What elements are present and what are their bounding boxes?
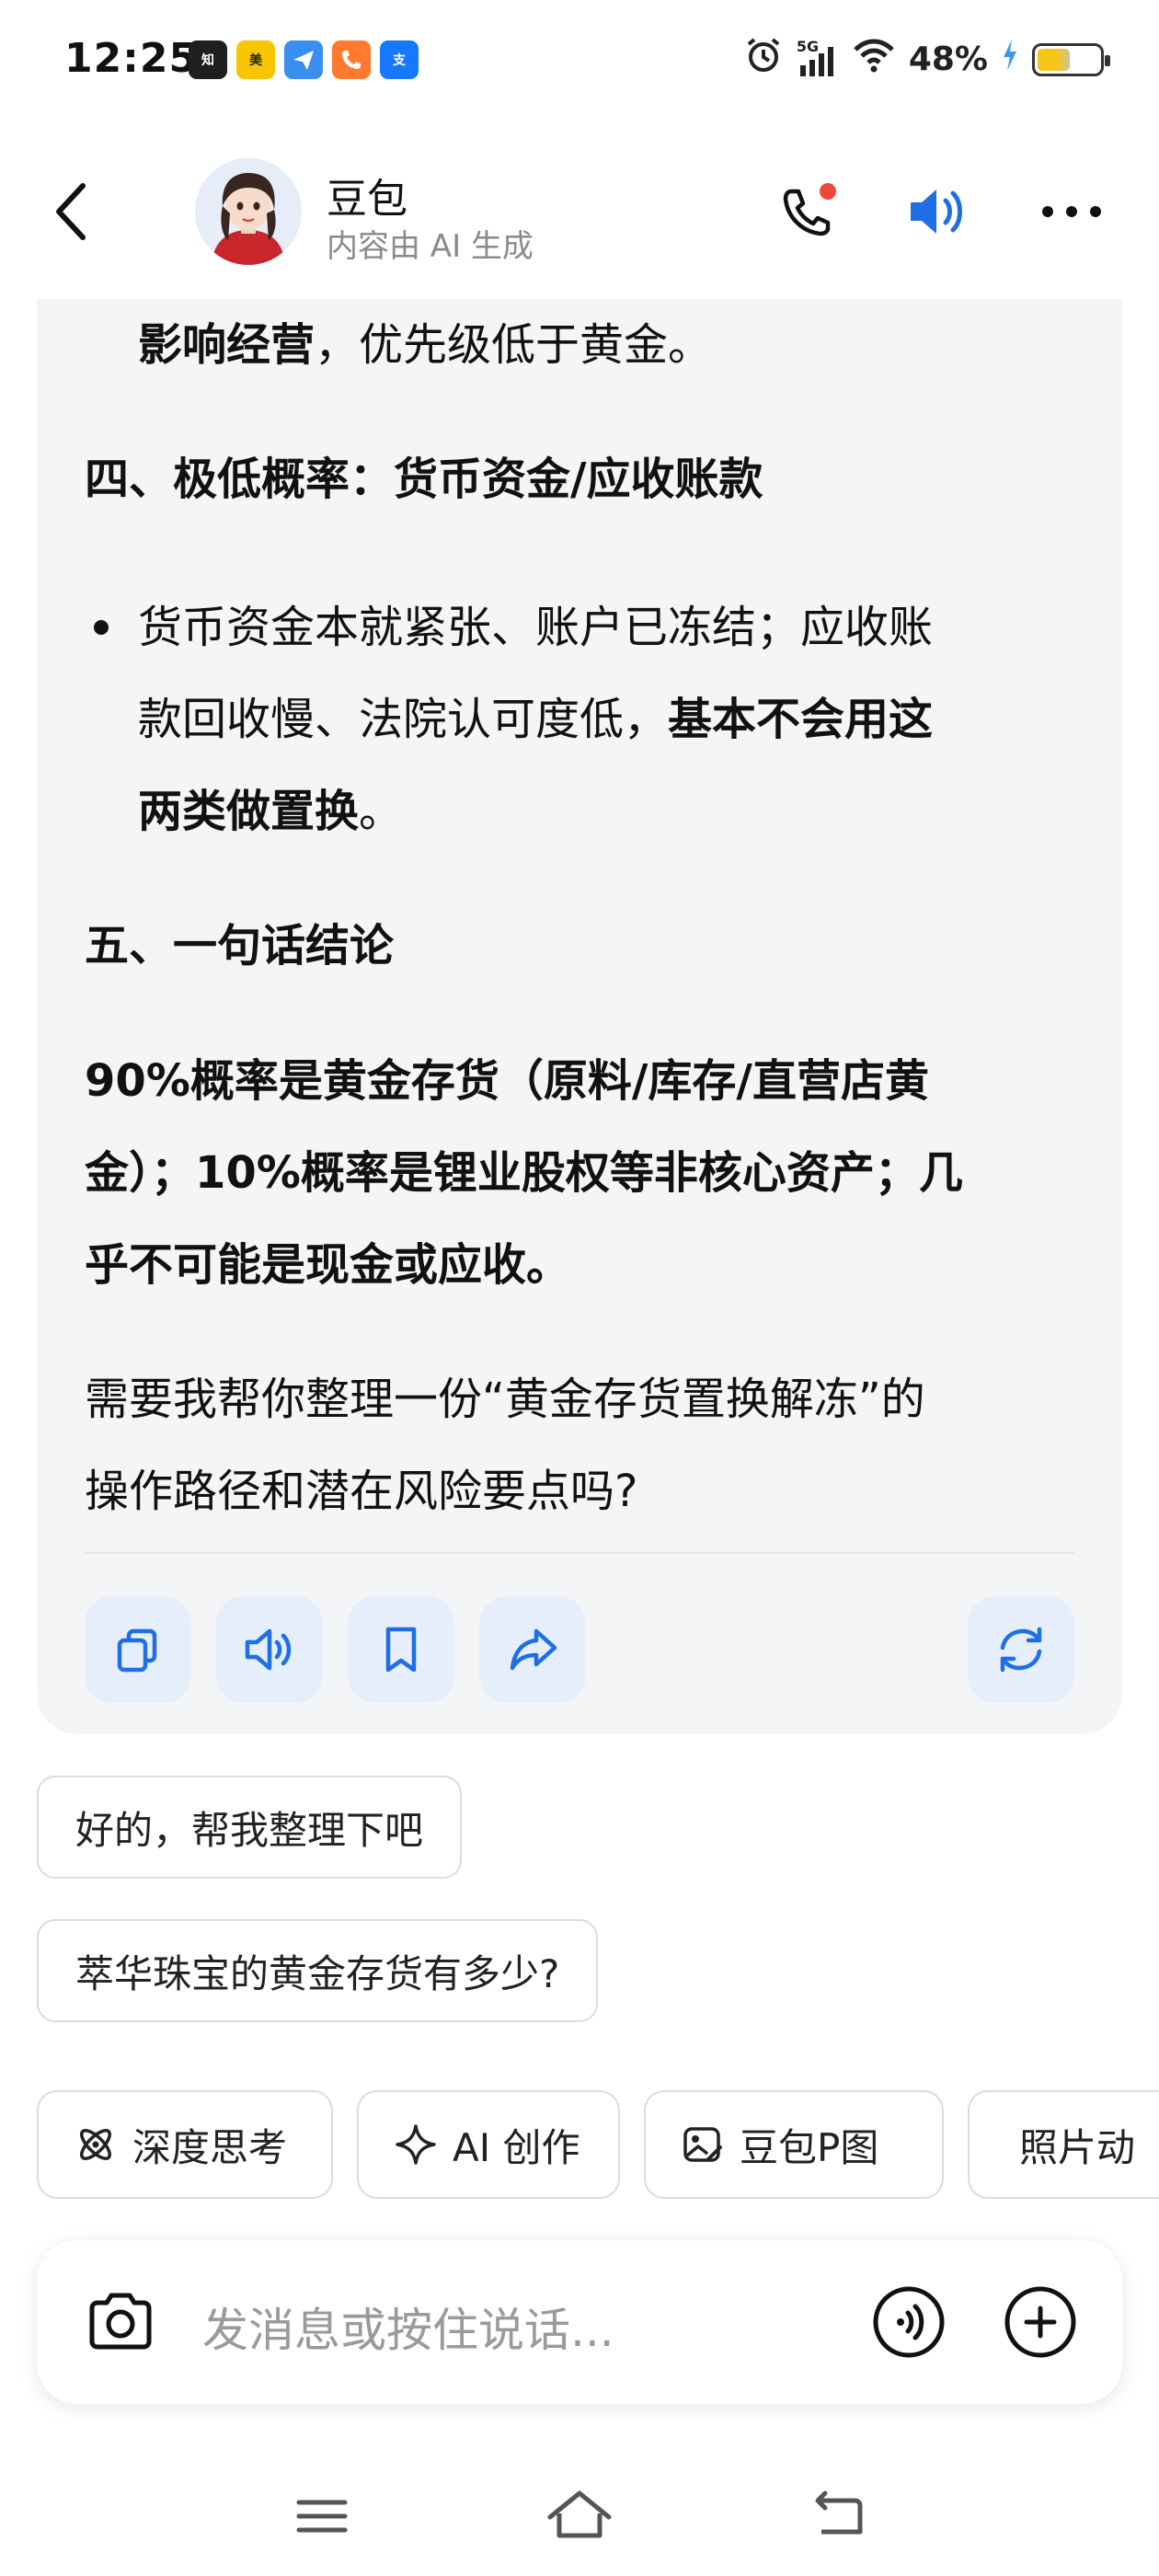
status-time: 12:25 [64, 35, 199, 82]
status-bar: 12:25 知 美 支 5G 48% [0, 0, 1159, 120]
share-arrow-icon [510, 1628, 557, 1671]
bullet-dot [94, 620, 109, 635]
add-button[interactable] [1001, 2283, 1080, 2362]
alipay-app-icon: 支 [380, 40, 419, 79]
signal-icon: 5G [796, 37, 839, 78]
chat-subtitle: 内容由 AI 生成 [327, 228, 534, 265]
menu-icon [296, 2500, 348, 2533]
zhihu-app-icon: 知 [189, 40, 227, 79]
bookmark-button[interactable] [348, 1596, 454, 1703]
menu-nav-button[interactable] [290, 2484, 354, 2548]
chip-photo-animate[interactable]: 照片动 [968, 2090, 1159, 2199]
return-icon [815, 2490, 863, 2535]
share-button[interactable] [479, 1596, 586, 1703]
avatar[interactable] [195, 158, 302, 265]
more-dots-icon [1042, 206, 1101, 217]
bullet-text: 货币资金本就紧张、账户已冻结；应收账 [138, 602, 934, 653]
bookmark-icon [385, 1627, 417, 1673]
chat-title: 豆包 [327, 176, 407, 223]
feishu-app-icon [284, 40, 323, 79]
camera-button[interactable] [81, 2283, 160, 2362]
phone-icon [783, 183, 836, 236]
conclusion-text: 乎不可能是现金或应收。 [85, 1239, 571, 1291]
suggestion-chip[interactable]: 萃华珠宝的黄金存货有多少? [37, 1919, 599, 2022]
back-button[interactable] [46, 175, 101, 248]
bullet-text: 款回收慢、法院认可度低，基本不会用这 [138, 694, 934, 745]
voice-wave-icon [873, 2286, 945, 2358]
bullet-text: 两类做置换。 [138, 786, 404, 837]
system-nav-bar [0, 2466, 1159, 2558]
section-heading: 四、极低概率：货币资金/应收账款 [85, 454, 763, 505]
battery-icon [1032, 42, 1110, 76]
camera-icon [89, 2293, 152, 2350]
regenerate-button[interactable] [968, 1596, 1074, 1703]
conclusion-text: 90%概率是黄金存货（原料/库存/直营店黄 [85, 1055, 929, 1107]
read-aloud-button[interactable] [216, 1596, 323, 1703]
copy-icon [117, 1628, 157, 1673]
more-button[interactable] [1035, 175, 1108, 248]
meituan-app-icon: 美 [236, 40, 275, 79]
refresh-icon [1000, 1627, 1042, 1673]
home-icon [547, 2490, 612, 2538]
wifi-icon [852, 37, 896, 82]
message-input[interactable]: 发消息或按住说话... [202, 2294, 614, 2360]
message-line: 影响经营，优先级低于黄金。 [138, 319, 713, 371]
divider [85, 1552, 1074, 1554]
notification-icons: 知 美 支 [189, 40, 419, 79]
speaker-icon [245, 1628, 292, 1671]
battery-percent: 48% [908, 40, 988, 78]
back-nav-button[interactable] [805, 2484, 869, 2548]
followup-question: 需要我帮你整理一份“黄金存货置换解冻”的 [85, 1374, 925, 1425]
atom-icon [80, 2129, 111, 2160]
sparkle-icon [396, 2124, 436, 2165]
plus-circle-icon [1004, 2286, 1076, 2358]
suggestion-chip[interactable]: 好的，帮我整理下吧 [37, 1776, 463, 1879]
call-button[interactable] [773, 175, 846, 248]
conclusion-text: 金）；10%概率是锂业股权等非核心资产；几 [85, 1147, 963, 1199]
copy-button[interactable] [85, 1596, 191, 1703]
chip-ai-creation[interactable]: AI 创作 [357, 2090, 620, 2199]
message-input-bar: 发消息或按住说话... [37, 2240, 1122, 2404]
phone-app-icon [332, 40, 371, 79]
chat-header: 豆包 内容由 AI 生成 [0, 147, 1159, 276]
voice-playback-button[interactable] [901, 175, 975, 248]
chip-image-edit[interactable]: 豆包P图 [644, 2090, 944, 2199]
chevron-left-icon [56, 183, 86, 240]
charging-icon [1001, 38, 1019, 81]
status-right: 5G 48% [743, 35, 1110, 84]
section-heading: 五、一句话结论 [85, 920, 395, 972]
followup-question: 操作路径和潜在风险要点吗? [85, 1466, 638, 1517]
voice-input-button[interactable] [869, 2283, 948, 2362]
network-type: 5G [796, 37, 820, 55]
assistant-message-card: 影响经营，优先级低于黄金。 四、极低概率：货币资金/应收账款 货币资金本就紧张、… [37, 299, 1122, 1734]
alarm-icon [743, 35, 784, 84]
image-edit-icon [683, 2127, 722, 2162]
speaker-icon [911, 190, 962, 234]
battery-level [1038, 48, 1070, 71]
chip-deep-thinking[interactable]: 深度思考 [37, 2090, 333, 2199]
home-nav-button[interactable] [543, 2482, 616, 2550]
